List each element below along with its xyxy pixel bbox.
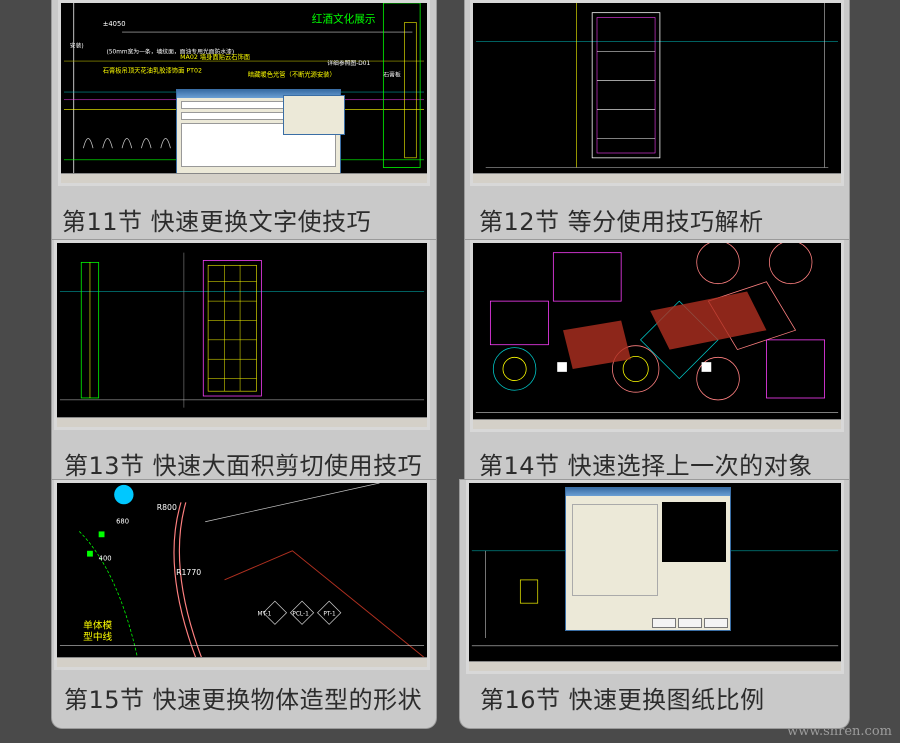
lesson-card-15[interactable]: R800 R1770 MT-1 PCL-1 PT-1 单体模 型中线 680 4…: [52, 480, 436, 728]
cancel-button[interactable]: [678, 618, 702, 628]
drawing-dimension: R1770: [176, 568, 201, 577]
drawing-note: 石膏板: [383, 71, 401, 79]
lesson-thumbnail-13[interactable]: [54, 240, 430, 430]
drawing-title-text: 红酒文化展示: [312, 12, 376, 25]
ok-button[interactable]: [652, 618, 676, 628]
cad-status-bar: [469, 661, 841, 671]
cad-status-bar: [57, 657, 427, 667]
cad-drawing-14: [475, 243, 839, 413]
lesson-thumbnail-12[interactable]: [470, 0, 844, 186]
dialog-options[interactable]: [572, 504, 658, 596]
cad-status-bar: [473, 419, 841, 429]
lesson-title[interactable]: 第15节 快速更换物体造型的形状: [64, 680, 422, 715]
cad-status-bar: [57, 417, 427, 427]
lesson-title[interactable]: 第16节 快速更换图纸比例: [480, 680, 765, 715]
replace-options-panel: [283, 95, 345, 135]
lesson-thumbnail-16[interactable]: [466, 480, 844, 674]
lesson-title[interactable]: 第14节 快速选择上一次的对象: [479, 446, 813, 481]
lesson-card-14[interactable]: 第14节 快速选择上一次的对象: [465, 240, 849, 480]
material-tag: MT-1: [257, 612, 271, 618]
watermark: www.snren.com: [787, 724, 892, 739]
drawing-note: 安装): [70, 42, 84, 50]
annotation-scale-dialog[interactable]: [565, 487, 731, 631]
lesson-thumbnail-14[interactable]: [470, 240, 844, 432]
drawing-note: 暗藏暖色光管（不断光源安装）: [248, 70, 336, 79]
material-tag: PT-1: [323, 612, 336, 618]
cad-drawing-12: [476, 3, 838, 168]
drawing-note: 石膏板吊顶天花油乳胶漆饰面 PT02: [103, 66, 202, 75]
drawing-note: 型中线: [83, 630, 112, 643]
drawing-dimension: 400: [99, 554, 112, 562]
cad-drawing-15: R800 R1770 MT-1 PCL-1 PT-1 单体模 型中线 680 4…: [59, 483, 425, 667]
lesson-card-11[interactable]: ±4050 红酒文化展示 MA02 墙身面贴云石饰面 石膏板吊顶天花油乳胶漆饰面…: [52, 0, 436, 240]
lesson-card-12[interactable]: 第12节 等分使用技巧解析: [465, 0, 849, 240]
lesson-title[interactable]: 第13节 快速大面积剪切使用技巧: [64, 446, 422, 481]
lesson-title[interactable]: 第12节 等分使用技巧解析: [479, 202, 764, 237]
drawing-dimension: 680: [116, 518, 129, 526]
help-button[interactable]: [704, 618, 728, 628]
lesson-thumbnail-11[interactable]: ±4050 红酒文化展示 MA02 墙身面贴云石饰面 石膏板吊顶天花油乳胶漆饰面…: [58, 0, 430, 186]
lesson-thumbnail-15[interactable]: R800 R1770 MT-1 PCL-1 PT-1 单体模 型中线 680 4…: [54, 480, 430, 670]
dialog-preview: [662, 502, 726, 562]
dialog-titlebar: [566, 488, 730, 496]
drawing-note: 单体模: [83, 619, 112, 631]
drawing-dimension: R800: [157, 503, 177, 512]
drawing-note: 详细参照图-D01: [327, 59, 370, 67]
lesson-card-16[interactable]: 第16节 快速更换图纸比例: [460, 480, 849, 728]
lesson-title[interactable]: 第11节 快速更换文字使技巧: [62, 202, 371, 237]
cad-status-bar: [473, 173, 841, 183]
lesson-card-13[interactable]: 第13节 快速大面积剪切使用技巧: [52, 240, 436, 480]
cad-drawing-13: [59, 252, 425, 408]
material-tag: PCL-1: [292, 612, 309, 618]
drawing-note: (50mm宽为一条，墙纹面，面油专用光面防水漆): [107, 47, 235, 55]
cad-status-bar: [61, 173, 427, 183]
svg-text:±4050: ±4050: [103, 20, 126, 28]
